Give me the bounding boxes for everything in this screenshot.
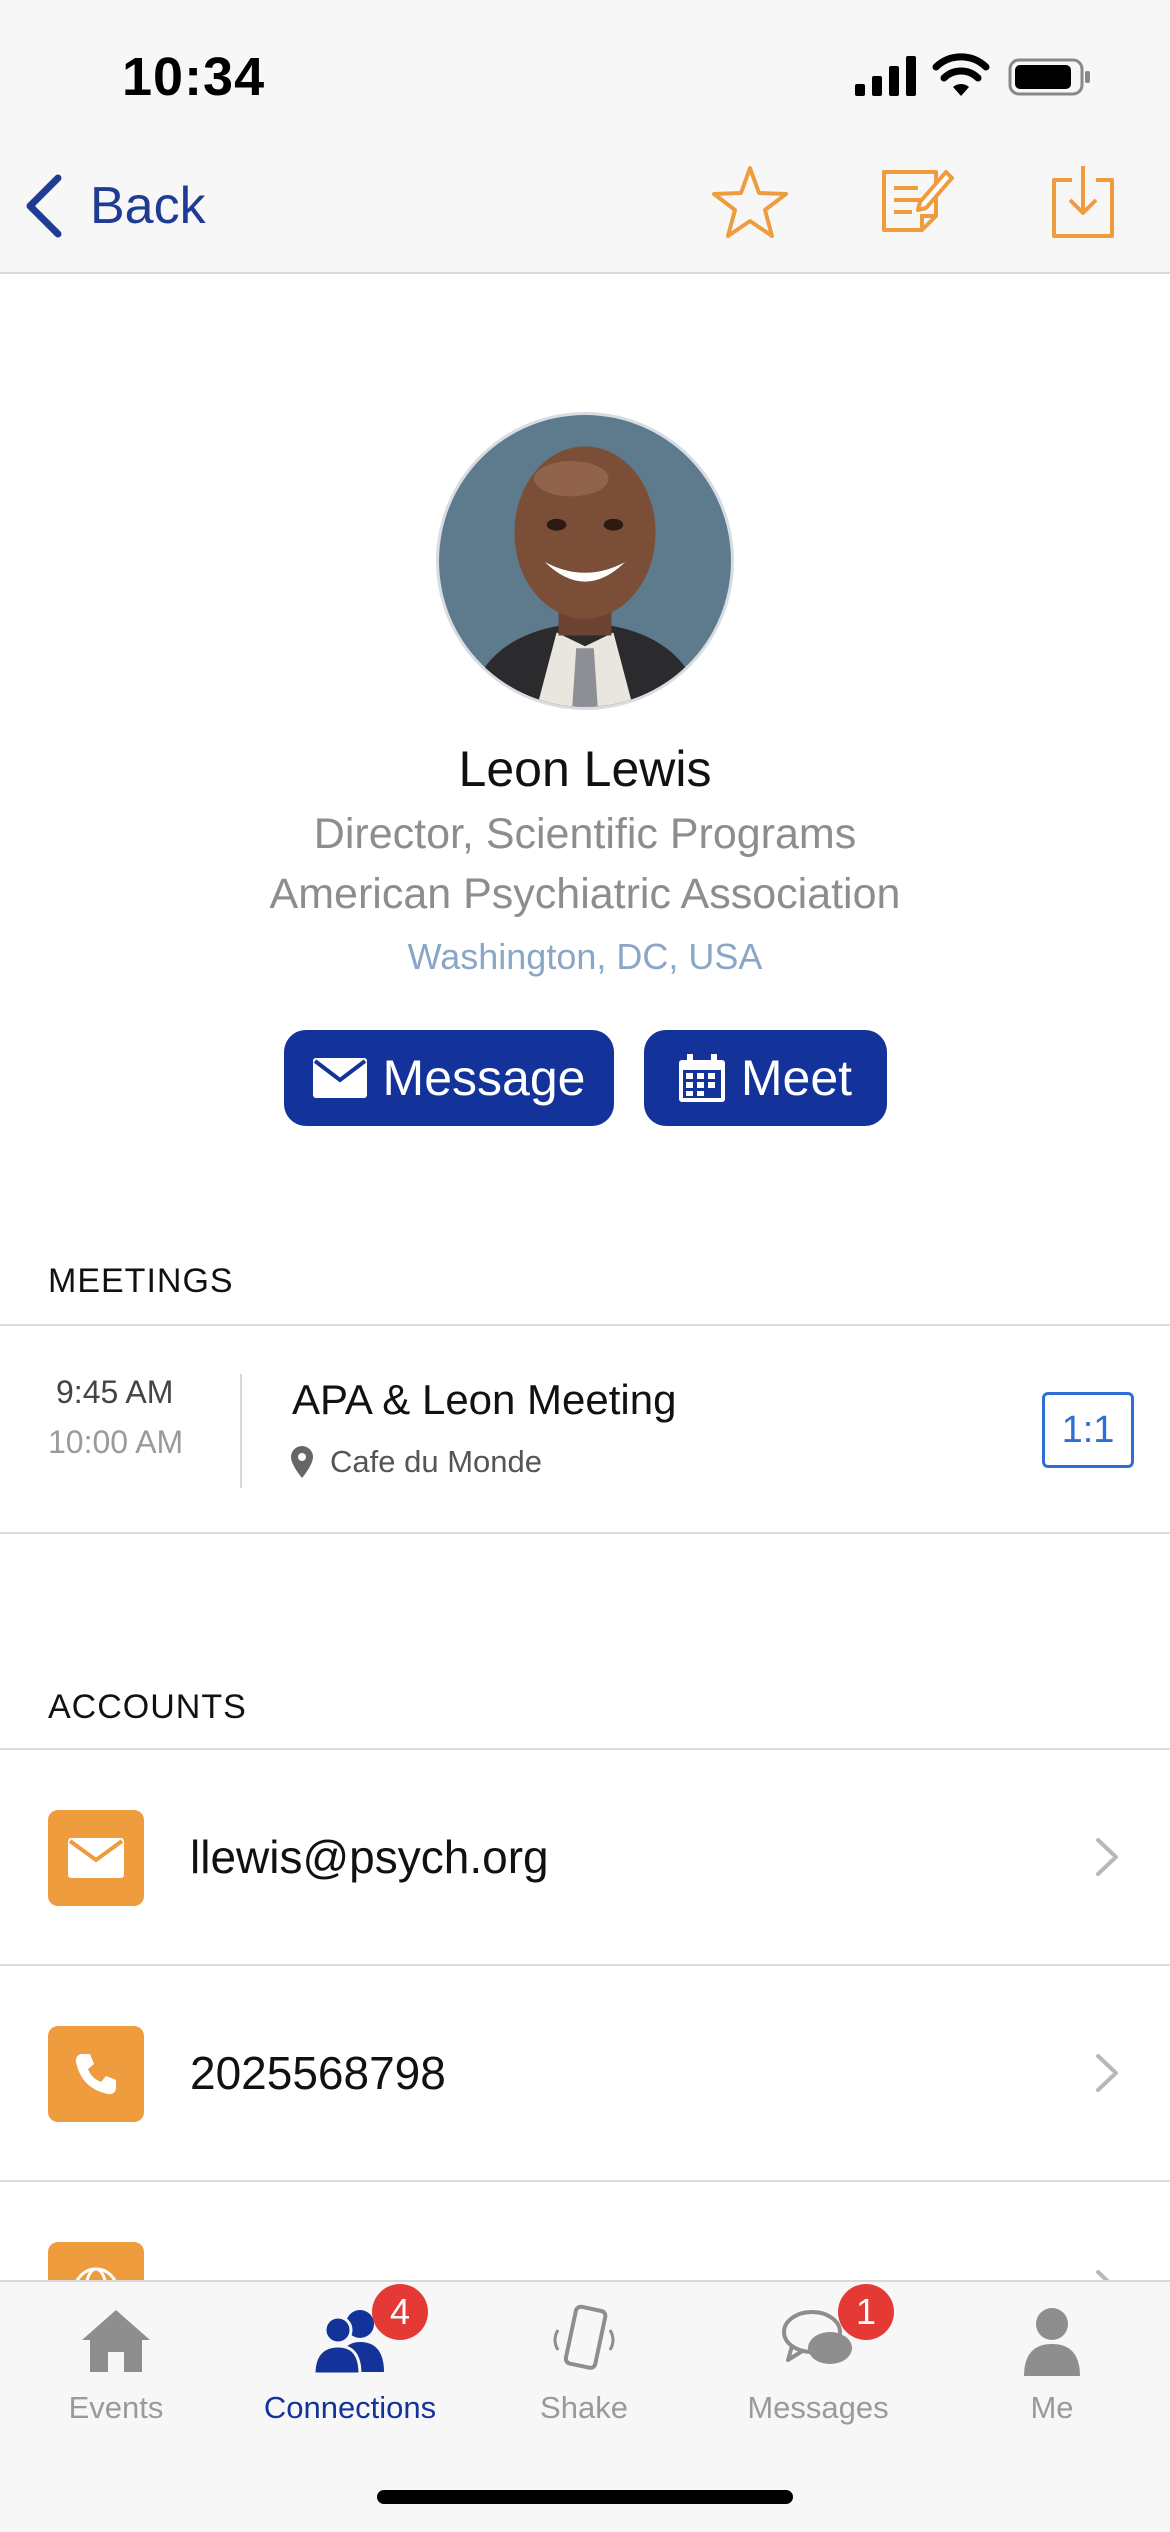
meet-button[interactable]: Meet (644, 1030, 887, 1126)
profile-photo (439, 415, 731, 707)
phone-icon (48, 2026, 144, 2122)
tab-me[interactable]: Me (952, 2300, 1152, 2450)
tab-connections[interactable]: Connections 4 (250, 2284, 450, 2450)
meeting-end-time: 10:00 AM (48, 1424, 184, 1460)
divider (240, 1374, 242, 1488)
notification-badge: 4 (372, 2284, 428, 2340)
meeting-location-label: Cafe du Monde (330, 1444, 542, 1479)
meeting-start-time: 9:45 AM (56, 1374, 174, 1410)
meeting-type-badge: 1:1 (1042, 1392, 1134, 1468)
tab-label: Shake (540, 2390, 628, 2425)
tab-label: Events (68, 2390, 164, 2425)
account-value: 2025568798 (190, 2047, 446, 2099)
meetings-header: MEETINGS (48, 1262, 234, 1300)
meeting-title: APA & Leon Meeting (292, 1376, 677, 1423)
tab-messages[interactable]: Messages 1 (718, 2284, 918, 2450)
favorite-button[interactable] (710, 162, 790, 242)
tab-label: Connections (263, 2390, 437, 2425)
message-button-label: Message (382, 1050, 586, 1106)
download-icon (1052, 166, 1114, 238)
contact-name: Leon Lewis (458, 741, 712, 797)
home-icon (82, 2310, 150, 2372)
location-pin-icon (291, 1446, 313, 1478)
wifi-icon (932, 53, 990, 96)
meeting-item[interactable]: 9:45 AM 10:00 AM APA & Leon Meeting Cafe… (0, 1326, 1170, 1532)
contact-title: Director, Scientific Programs (313, 810, 857, 858)
calendar-icon (678, 1054, 725, 1102)
star-icon (712, 166, 788, 238)
top-bar: 10:34 Back (0, 0, 1170, 274)
divider (0, 1532, 1170, 1534)
cellular-signal-icon (855, 56, 916, 96)
save-contact-button[interactable] (1046, 162, 1126, 242)
account-value: llewis@psych.org (190, 1831, 549, 1883)
tab-label: Messages (747, 2390, 889, 2425)
chevron-right-icon (1096, 2054, 1118, 2092)
phone-shake-icon (553, 2304, 615, 2370)
account-item-phone[interactable]: 2025568798 (0, 1966, 1170, 2180)
contact-location: Washington, DC, USA (407, 936, 763, 977)
message-button[interactable]: Message (284, 1030, 614, 1126)
back-label: Back (90, 177, 206, 235)
person-icon (1024, 2308, 1080, 2376)
envelope-icon (312, 1058, 367, 1098)
email-icon (48, 1810, 144, 1906)
chevron-right-icon (1096, 1838, 1118, 1876)
accounts-header: ACCOUNTS (48, 1688, 247, 1726)
contact-organization: American Psychiatric Association (269, 870, 901, 918)
meeting-location: Cafe du Monde (290, 1444, 542, 1480)
tab-shake[interactable]: Shake (484, 2300, 684, 2450)
chevron-left-icon (26, 174, 62, 238)
notes-button[interactable] (876, 162, 956, 242)
status-time: 10:34 (122, 47, 266, 107)
tab-label: Me (1030, 2390, 1074, 2425)
battery-icon (1008, 58, 1090, 96)
account-item-email[interactable]: llewis@psych.org (0, 1750, 1170, 1964)
back-button[interactable]: Back (24, 170, 206, 242)
avatar (436, 412, 734, 710)
home-indicator (377, 2490, 793, 2504)
meet-button-label: Meet (740, 1050, 853, 1106)
tab-events[interactable]: Events (16, 2300, 216, 2450)
note-edit-icon (882, 170, 954, 232)
notification-badge: 1 (838, 2284, 894, 2340)
